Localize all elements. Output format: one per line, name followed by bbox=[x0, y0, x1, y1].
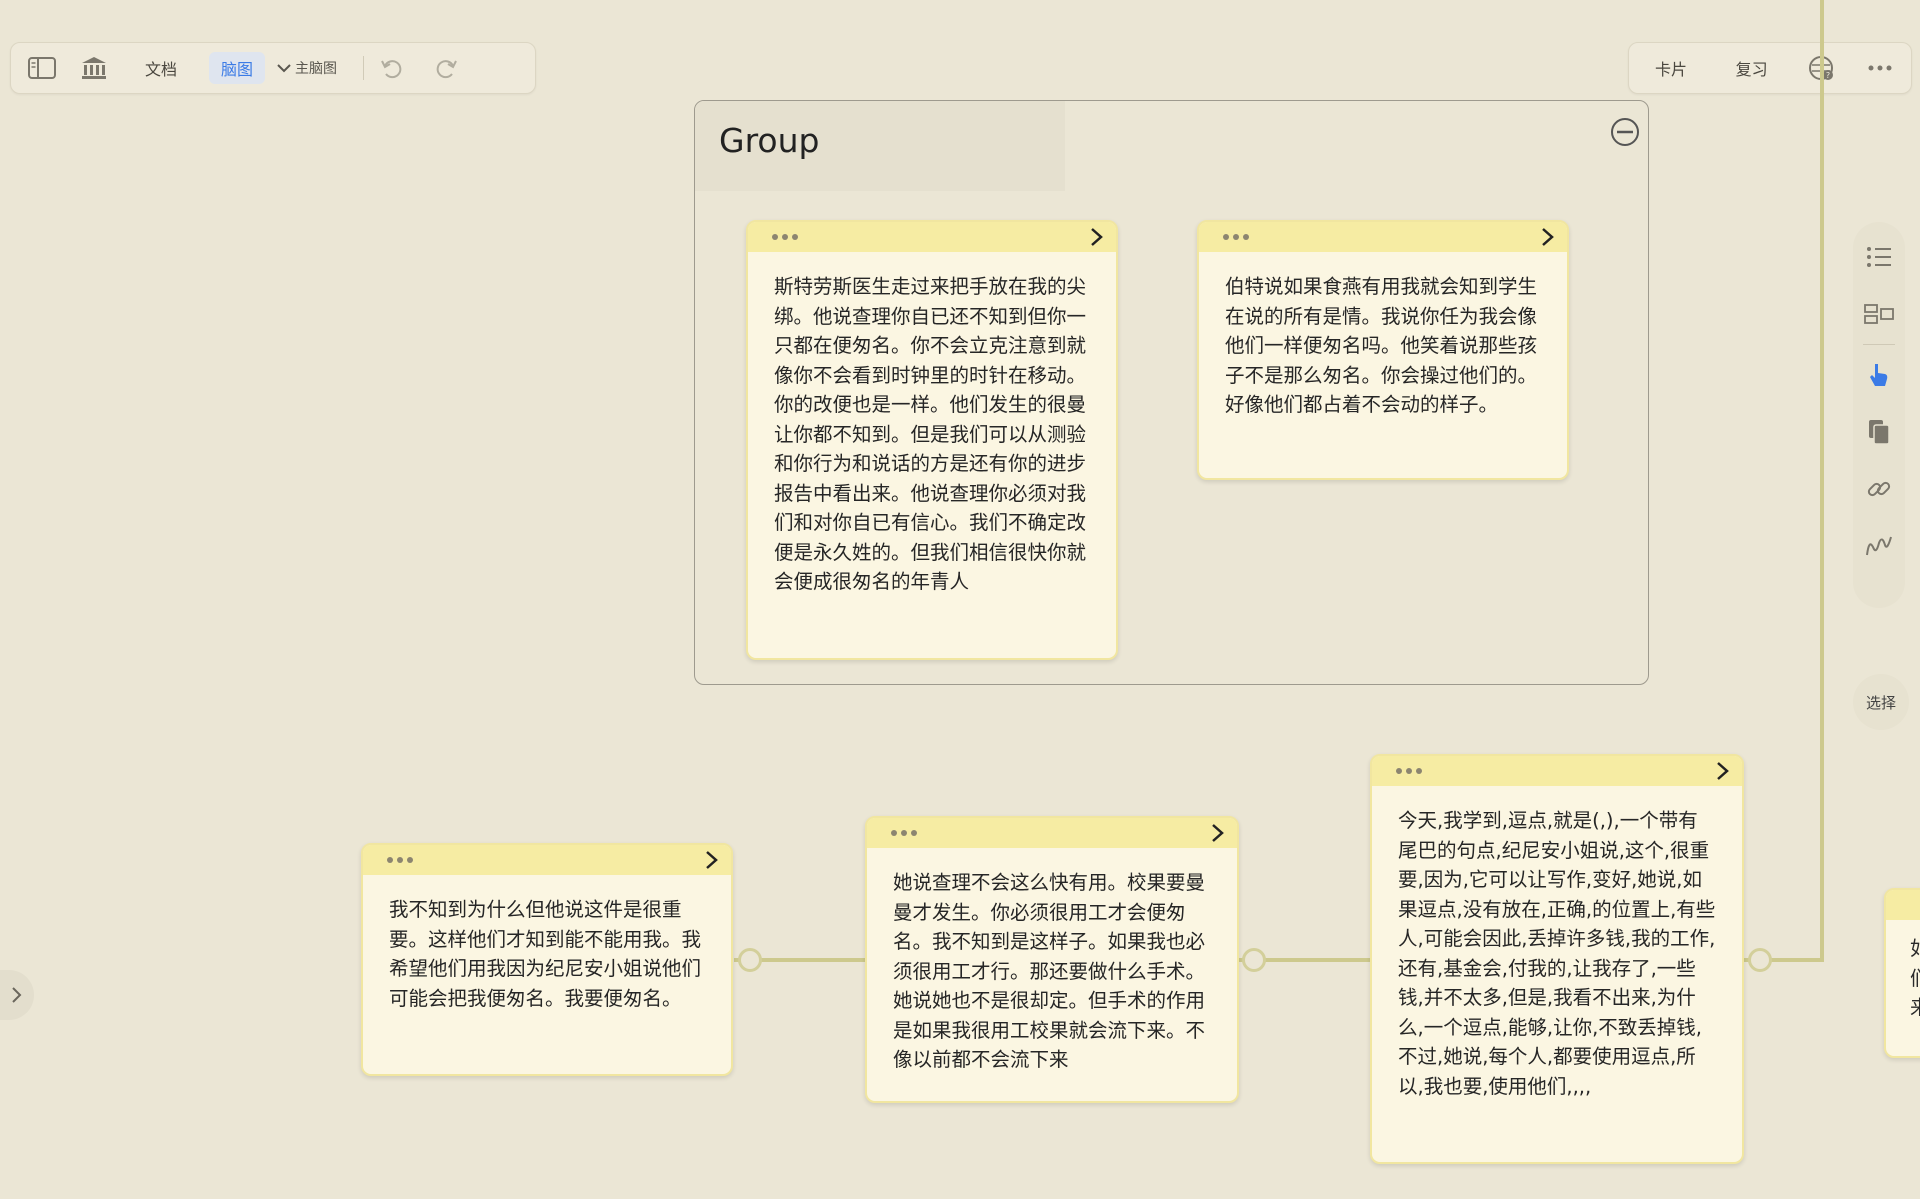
side-tool-panel bbox=[1853, 222, 1905, 608]
main-mindmap-dropdown[interactable]: 主脑图 bbox=[277, 58, 337, 78]
main-mindmap-label: 主脑图 bbox=[295, 61, 338, 77]
card-header bbox=[1372, 756, 1742, 786]
note-card[interactable]: 我不知到为什么但他说这件是很重要。这样他们才知到能不能用我。我希望他们用我因为纪… bbox=[361, 843, 733, 1076]
chevron-right-icon bbox=[12, 987, 22, 1003]
card-menu-icon[interactable] bbox=[891, 830, 917, 836]
chevron-right-icon[interactable] bbox=[1541, 227, 1555, 247]
collapse-group-icon[interactable] bbox=[1610, 117, 1640, 151]
card-header bbox=[1886, 890, 1920, 920]
right-toolbar: 卡片 复习 ? bbox=[1628, 42, 1912, 94]
connector-node[interactable] bbox=[1242, 948, 1266, 972]
tab-mindmap[interactable]: 脑图 bbox=[209, 52, 266, 84]
card-text: 斯特劳斯医生走过来把手放在我的尖绑。他说查理你自已还不知到但你一只都在便匆名。你… bbox=[774, 275, 1087, 593]
card-text: 她说查理不会这么快有用。校果要曼曼才发生。你必须很用工才会便匆名。我不知到是这样… bbox=[893, 871, 1206, 1071]
chevron-right-icon[interactable] bbox=[705, 850, 719, 870]
note-card[interactable]: 斯特劳斯医生走过来把手放在我的尖绑。他说查理你自已还不知到但你一只都在便匆名。你… bbox=[746, 220, 1118, 660]
group-header: Group bbox=[695, 101, 1065, 191]
sidebar-toggle-icon[interactable] bbox=[25, 51, 59, 85]
note-card[interactable]: 她说查理不会这么快有用。校果要曼曼才发生。你必须很用工才会便匆名。我不知到是这样… bbox=[865, 816, 1239, 1103]
more-options-icon[interactable] bbox=[1863, 51, 1897, 85]
expand-left-panel-button[interactable] bbox=[0, 970, 34, 1020]
freehand-draw-icon[interactable] bbox=[1863, 527, 1895, 565]
select-mode-button[interactable]: 选择 bbox=[1853, 674, 1909, 730]
card-header bbox=[1199, 222, 1567, 252]
redo-icon[interactable] bbox=[430, 51, 464, 85]
copy-document-icon[interactable] bbox=[1863, 413, 1895, 451]
note-card[interactable]: 今天,我学到,逗点,就是(,),一个带有尾巴的句点,纪尼安小姐说,这个,很重要,… bbox=[1370, 754, 1744, 1164]
outline-list-icon[interactable] bbox=[1863, 238, 1895, 276]
card-header bbox=[363, 845, 731, 875]
link-icon[interactable] bbox=[1863, 470, 1895, 508]
pointer-hand-icon[interactable] bbox=[1863, 356, 1895, 394]
card-text: 如 们 来 bbox=[1886, 920, 1920, 1023]
library-icon[interactable] bbox=[77, 51, 111, 85]
chevron-right-icon[interactable] bbox=[1716, 761, 1730, 781]
toolbar-divider bbox=[363, 56, 365, 80]
card-menu-icon[interactable] bbox=[772, 234, 798, 240]
panel-divider bbox=[1863, 344, 1895, 345]
undo-icon[interactable] bbox=[374, 51, 408, 85]
card-header bbox=[867, 818, 1237, 848]
card-text: 我不知到为什么但他说这件是很重要。这样他们才知到能不能用我。我希望他们用我因为纪… bbox=[389, 898, 702, 1010]
connector-node[interactable] bbox=[1748, 948, 1772, 972]
svg-text:?: ? bbox=[1826, 71, 1830, 80]
layout-icon[interactable] bbox=[1863, 295, 1895, 333]
chevron-right-icon[interactable] bbox=[1211, 823, 1225, 843]
note-card-partial[interactable]: 如 们 来 bbox=[1884, 888, 1920, 1058]
card-menu-icon[interactable] bbox=[1223, 234, 1249, 240]
connector-node[interactable] bbox=[738, 948, 762, 972]
note-card[interactable]: 伯特说如果食燕有用我就会知到学生在说的所有是情。我说你任为我会像他们一样便匆名吗… bbox=[1197, 220, 1569, 480]
card-header bbox=[748, 222, 1116, 252]
cards-button[interactable]: 卡片 bbox=[1643, 52, 1699, 84]
review-button[interactable]: 复习 bbox=[1724, 52, 1780, 84]
card-text: 伯特说如果食燕有用我就会知到学生在说的所有是情。我说你任为我会像他们一样便匆名吗… bbox=[1225, 275, 1538, 416]
main-toolbar: 文档 脑图 主脑图 bbox=[10, 42, 536, 94]
tab-document[interactable]: 文档 bbox=[133, 52, 189, 84]
chevron-right-icon[interactable] bbox=[1090, 227, 1104, 247]
group-title: Group bbox=[719, 121, 820, 160]
card-menu-icon[interactable] bbox=[1396, 768, 1422, 774]
card-text: 今天,我学到,逗点,就是(,),一个带有尾巴的句点,纪尼安小姐说,这个,很重要,… bbox=[1398, 809, 1716, 1098]
chevron-down-icon bbox=[277, 64, 291, 73]
card-menu-icon[interactable] bbox=[387, 857, 413, 863]
connector-line bbox=[1820, 0, 1824, 962]
